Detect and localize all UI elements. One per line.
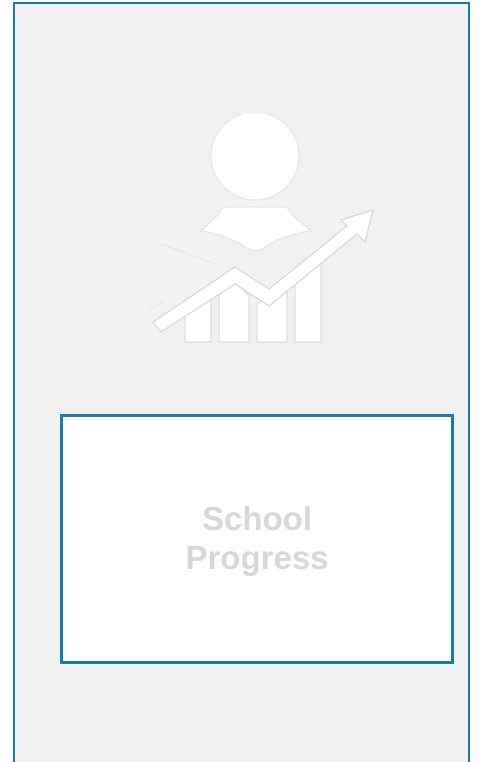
tile-label: School Progress	[185, 500, 329, 576]
school-progress-label-box[interactable]: School Progress	[60, 414, 454, 664]
school-progress-tile[interactable]: School Progress	[13, 2, 470, 762]
student-progress-icon	[135, 114, 375, 364]
